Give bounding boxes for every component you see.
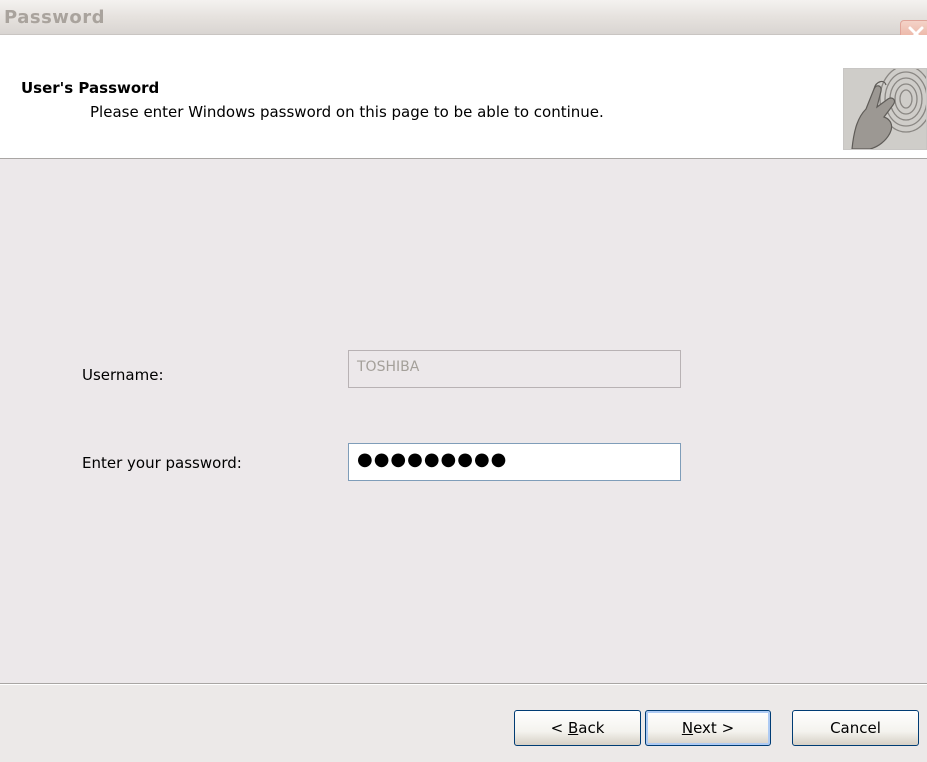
window-title: Password [4,7,106,28]
password-label: Enter your password: [82,454,242,472]
back-button-label: ack [578,719,605,737]
back-button-prefix: < [550,719,568,737]
wizard-header [0,35,927,159]
back-button[interactable]: < Back [514,710,641,746]
page-subtitle: Please enter Windows password on this pa… [90,103,604,121]
next-button-label: ext > [693,719,735,737]
password-field[interactable]: ●●●●●●●●● [348,443,681,481]
wizard-body [0,159,927,683]
fingerprint-hand-image [843,68,927,150]
username-label: Username: [82,366,164,384]
username-field: TOSHIBA [348,350,681,388]
next-button-mnemonic: N [681,719,694,737]
next-button[interactable]: Next > [645,710,771,746]
cancel-button-label: Cancel [830,719,881,737]
cancel-button[interactable]: Cancel [792,710,919,746]
title-bar[interactable]: Password [0,0,927,48]
back-button-mnemonic: B [567,719,579,737]
page-title: User's Password [21,79,160,97]
footer-separator [0,683,927,685]
password-dialog: Password User's Password Please enter Wi… [0,0,927,762]
